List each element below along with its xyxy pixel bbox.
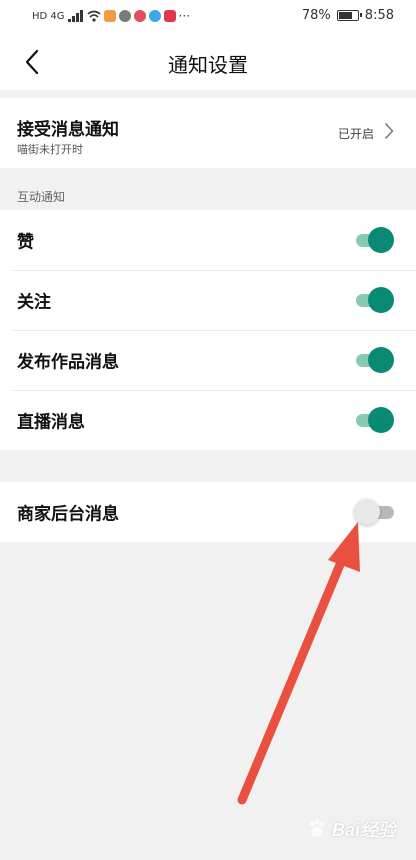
setting-row-live: 直播消息 (0, 390, 416, 450)
status-bar-icons: HD 4G ··· (32, 9, 190, 23)
annotation-arrow-shaft (237, 550, 349, 805)
setting-label-like: 赞 (17, 232, 34, 253)
setting-label-merchant: 商家后台消息 (17, 504, 119, 525)
merchant-notifications-card: 商家后台消息 (0, 482, 416, 542)
publish-works-toggle[interactable] (354, 347, 394, 373)
notification-app-icon (103, 10, 116, 22)
setting-label-follow: 关注 (17, 292, 51, 313)
clock: 8:58 (364, 8, 394, 23)
signal-icon (67, 10, 83, 22)
battery-percent: 78% (301, 8, 331, 23)
status-bar: HD 4G ··· 78% 8:58 (0, 0, 416, 34)
setting-row-like: 赞 (0, 210, 416, 270)
notification-app-icon (133, 10, 146, 22)
setting-label-live: 直播消息 (17, 412, 85, 433)
watermark-text: Bai经验 (331, 820, 396, 840)
section-label-interaction: 互动通知 (17, 190, 66, 204)
notification-app-icon (163, 10, 176, 22)
setting-row-publish: 发布作品消息 (0, 330, 416, 390)
baidu-watermark: Bai经验 (306, 816, 396, 842)
interaction-notifications-card: 赞 关注 发布作品消息 直播消息 (0, 210, 416, 450)
wifi-icon (87, 10, 101, 22)
receive-notifications-subtitle: 喵街未打开时 (17, 143, 83, 156)
notification-app-icon (148, 10, 161, 22)
more-dots-icon: ··· (178, 9, 190, 23)
header-bar: 通知设置 (0, 34, 416, 90)
merchant-backend-toggle[interactable] (354, 499, 394, 525)
battery-icon (336, 10, 362, 21)
network-indicator: HD 4G (32, 10, 65, 22)
receive-notifications-status: 已开启 (337, 127, 374, 141)
live-stream-toggle[interactable] (354, 407, 394, 433)
receive-notifications-title: 接受消息通知 (17, 120, 119, 140)
paw-logo-icon (309, 819, 325, 837)
setting-row-follow: 关注 (0, 270, 416, 330)
page-title: 通知设置 (168, 53, 248, 77)
status-bar-right: 78% 8:58 (302, 8, 394, 23)
receive-notifications-card[interactable]: 接受消息通知 喵街未打开时 已开启 (0, 98, 416, 168)
chat-icon (118, 10, 131, 22)
setting-label-publish: 发布作品消息 (17, 352, 119, 373)
setting-row-merchant: 商家后台消息 (0, 482, 416, 542)
like-toggle[interactable] (354, 227, 394, 253)
follow-toggle[interactable] (354, 287, 394, 313)
chevron-right-icon (384, 122, 394, 140)
